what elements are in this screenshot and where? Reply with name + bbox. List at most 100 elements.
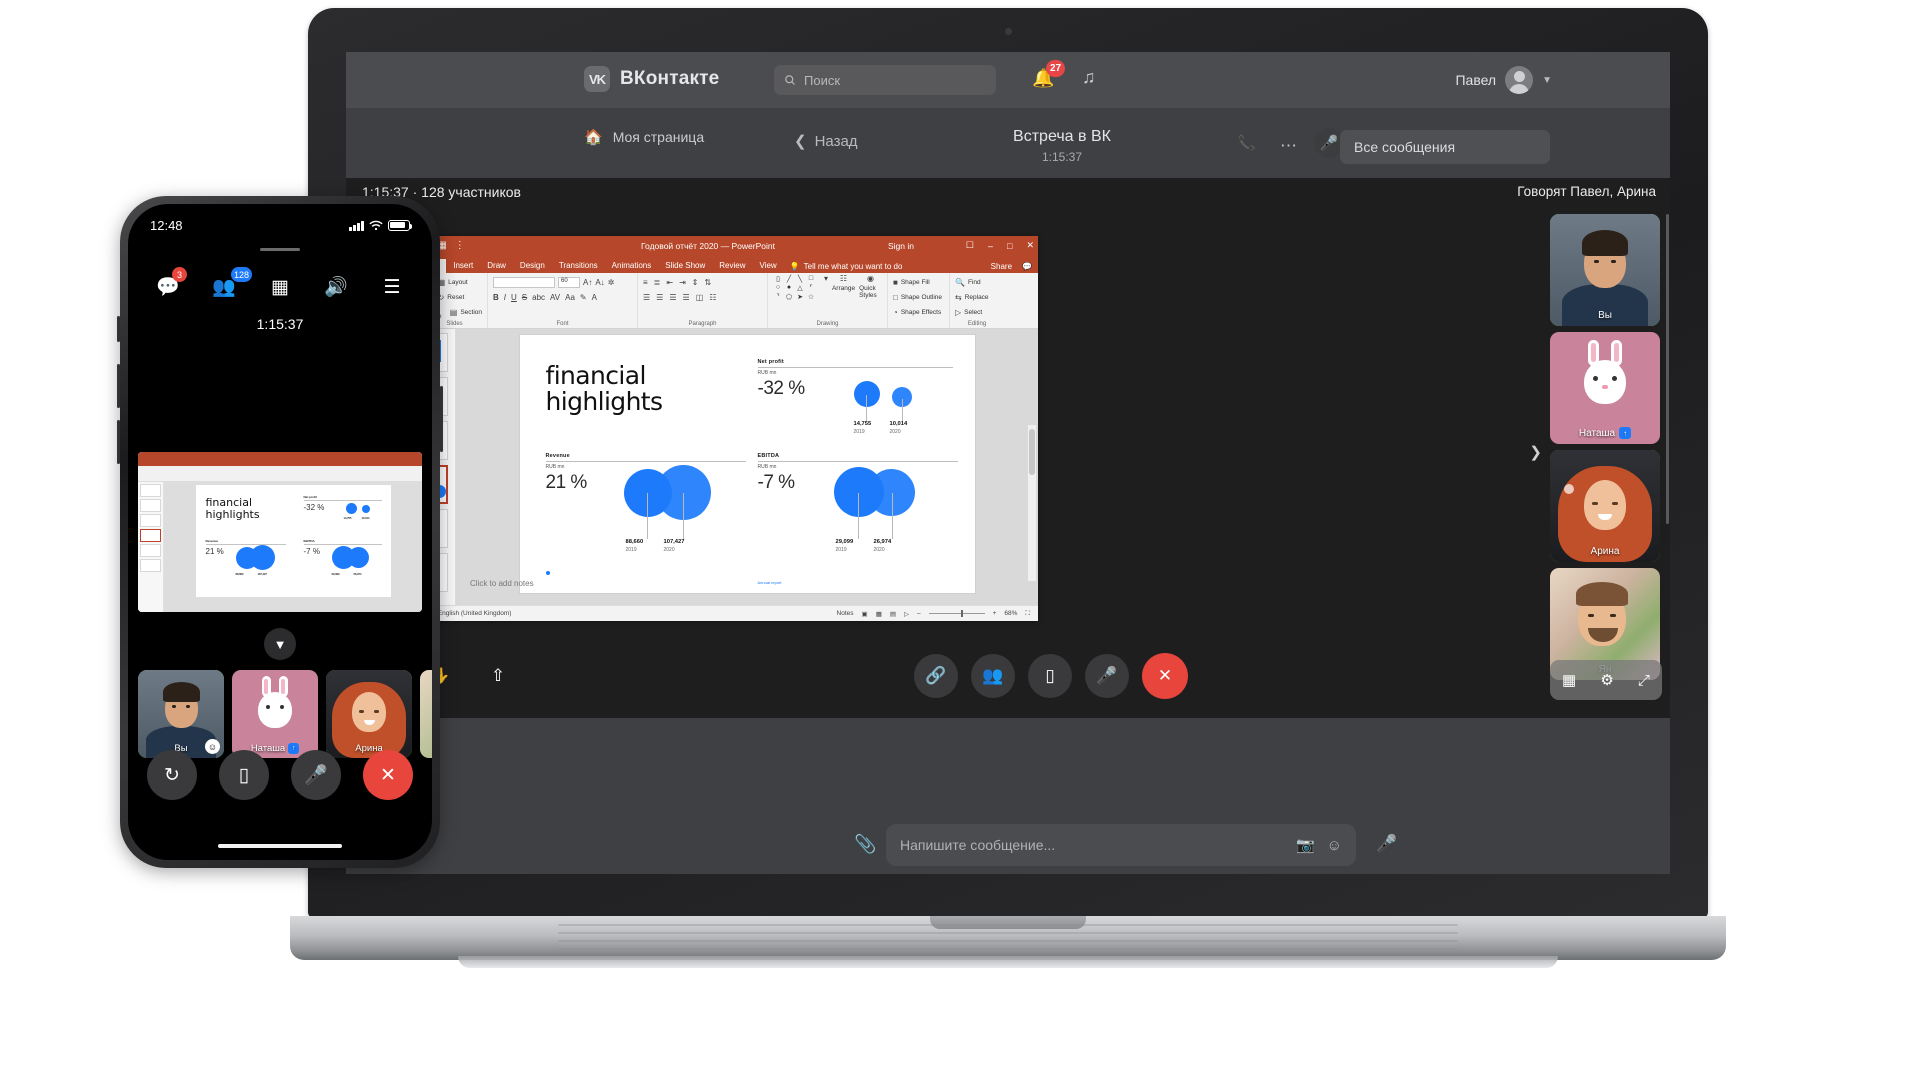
search-input[interactable]: Поиск (774, 65, 996, 95)
zoom-in-icon[interactable]: + (993, 610, 997, 617)
reset-label[interactable]: Reset (447, 294, 464, 301)
tab-review[interactable]: Review (712, 259, 752, 273)
notes-button[interactable]: Notes (837, 610, 854, 617)
text-direction-icon[interactable]: ⇅ (704, 278, 711, 287)
grid-icon[interactable]: ▦ (1562, 671, 1576, 689)
comments-icon[interactable]: 💬 (1022, 262, 1032, 271)
home-indicator[interactable] (218, 844, 342, 848)
gear-icon[interactable]: ⚙ (1600, 671, 1613, 689)
camera-button[interactable]: ▯ (1028, 654, 1072, 698)
current-slide[interactable]: financial highlights Net profit RUB mn -… (519, 335, 975, 593)
shape-effects-label[interactable]: Shape Effects (901, 309, 941, 316)
shape-gallery-dropdown-icon[interactable]: ▾ (824, 275, 828, 283)
character-spacing-icon[interactable]: AV (550, 293, 560, 302)
zoom-out-icon[interactable]: – (917, 610, 921, 617)
font-color-icon[interactable]: A (592, 293, 597, 302)
tab-insert[interactable]: Insert (446, 259, 480, 273)
sidebar-item-my-page[interactable]: 🏠 Моя страница (584, 122, 764, 152)
fit-slide-icon[interactable]: ⛶ (1025, 610, 1030, 618)
bold-icon[interactable]: B (493, 293, 499, 302)
back-button[interactable]: ❮ Назад (794, 132, 858, 151)
tell-me-box[interactable]: 💡 Tell me what you want to do (784, 260, 909, 273)
select-label[interactable]: Select (964, 309, 982, 316)
message-input[interactable]: Напишите сообщение... 📷 ☺ (886, 824, 1356, 866)
align-right-icon[interactable]: ☰ (669, 293, 676, 302)
decrease-font-icon[interactable]: A↓ (595, 278, 604, 287)
participant-tile[interactable] (420, 670, 432, 758)
phone-power-button[interactable] (440, 386, 443, 452)
voice-message-icon[interactable]: 🎤 (1376, 834, 1397, 854)
replace-label[interactable]: Replace (965, 294, 989, 301)
increase-font-icon[interactable]: A↑ (583, 278, 592, 287)
view-slideshow-icon[interactable]: ▷ (904, 610, 909, 618)
window-controls[interactable]: ☐ – □ ✕ (966, 240, 1034, 251)
ribbon-icon[interactable]: ☐ (966, 240, 974, 251)
participant-tile[interactable]: Арина (326, 670, 412, 758)
convert-smartart-icon[interactable]: ☷ (709, 293, 716, 302)
change-case-icon[interactable]: Aa (565, 293, 575, 302)
font-name-input[interactable] (493, 277, 555, 288)
find-label[interactable]: Find (968, 279, 981, 286)
quick-styles-label[interactable]: Quick Styles (859, 285, 882, 299)
participants-button[interactable]: 👥 (971, 654, 1015, 698)
decrease-indent-icon[interactable]: ⇤ (666, 278, 673, 287)
find-icon[interactable]: 🔍 (955, 278, 965, 287)
participants-scrollbar[interactable] (1666, 214, 1669, 524)
justify-icon[interactable]: ☰ (683, 293, 690, 302)
increase-indent-icon[interactable]: ⇥ (679, 278, 686, 287)
slide-editing-area[interactable]: financial highlights Net profit RUB mn -… (456, 329, 1038, 621)
replace-icon[interactable]: ⇆ (955, 293, 962, 302)
camera-icon[interactable]: 📷 (1296, 836, 1315, 854)
strikethrough-icon[interactable]: S (522, 293, 527, 302)
participant-tile[interactable]: Наташа ↑ (1550, 332, 1660, 444)
underline-icon[interactable]: U (511, 293, 517, 302)
shape-outline-icon[interactable]: □ (893, 293, 898, 302)
clear-formatting-icon[interactable]: ✲ (608, 278, 615, 287)
language-label[interactable]: English (United Kingdom) (438, 610, 512, 617)
share-screen-button[interactable]: ⇧ (476, 654, 520, 698)
shape-gallery[interactable]: ▯ ╱ ╲ □ ○ ● △ ⌜ ⌝ ⬠ ➤ ☆ (773, 275, 820, 301)
attachment-icon[interactable]: 📎 (854, 834, 876, 855)
layout-label[interactable]: Layout (448, 279, 468, 286)
all-messages-button[interactable]: Все сообщения (1340, 130, 1550, 164)
shape-outline-label[interactable]: Shape Outline (901, 294, 942, 301)
text-shadow-icon[interactable]: abc (532, 293, 545, 302)
close-icon[interactable]: ✕ (1026, 240, 1034, 251)
more-icon[interactable]: ⋯ (1280, 136, 1299, 156)
sheet-grabber[interactable] (260, 248, 300, 251)
share-group[interactable]: Share 💬 (991, 262, 1032, 271)
maximize-icon[interactable]: □ (1007, 241, 1012, 251)
font-size-input[interactable]: 60 (558, 277, 580, 288)
arrange-icon[interactable]: ☷ (840, 275, 847, 283)
menu-button[interactable]: ☰ (374, 272, 410, 302)
tab-view[interactable]: View (753, 259, 784, 273)
user-menu[interactable]: Павел ▼ (1455, 66, 1552, 94)
align-center-icon[interactable]: ☰ (656, 293, 663, 302)
tab-transitions[interactable]: Transitions (552, 259, 605, 273)
collapse-button[interactable]: ▼ (264, 628, 296, 660)
sign-in-button[interactable]: Sign in (888, 241, 914, 251)
chevron-right-icon[interactable]: ❯ (1529, 443, 1542, 461)
chat-button[interactable]: 💬 3 (150, 267, 187, 302)
view-reading-icon[interactable]: ▤ (890, 610, 896, 618)
switch-camera-button[interactable]: ↻ (147, 750, 197, 800)
align-left-icon[interactable]: ☰ (643, 293, 650, 302)
text-highlight-icon[interactable]: ✎ (580, 293, 587, 302)
camera-button[interactable]: ▯ (219, 750, 269, 800)
minimize-icon[interactable]: – (988, 241, 993, 251)
hangup-button[interactable]: ✕ (1142, 653, 1188, 699)
music-icon[interactable]: ♫ (1082, 67, 1096, 88)
invite-link-button[interactable]: 🔗 (914, 654, 958, 698)
numbering-icon[interactable]: ≣ (654, 278, 661, 287)
italic-icon[interactable]: I (504, 293, 506, 302)
slide-scrollbar[interactable] (1028, 425, 1036, 581)
view-normal-icon[interactable]: ▣ (862, 610, 868, 618)
tab-draw[interactable]: Draw (480, 259, 513, 273)
phone-icon[interactable]: 📞 (1237, 134, 1256, 152)
arrange-label[interactable]: Arrange (832, 285, 855, 292)
tab-animations[interactable]: Animations (605, 259, 659, 273)
shared-screen-preview[interactable]: financial highlights Net profit -32 % 14… (138, 452, 422, 612)
grid-view-button[interactable]: ▦ (262, 272, 298, 302)
expand-icon[interactable]: ⤢ (1638, 672, 1650, 689)
share-button[interactable]: Share (991, 262, 1012, 271)
